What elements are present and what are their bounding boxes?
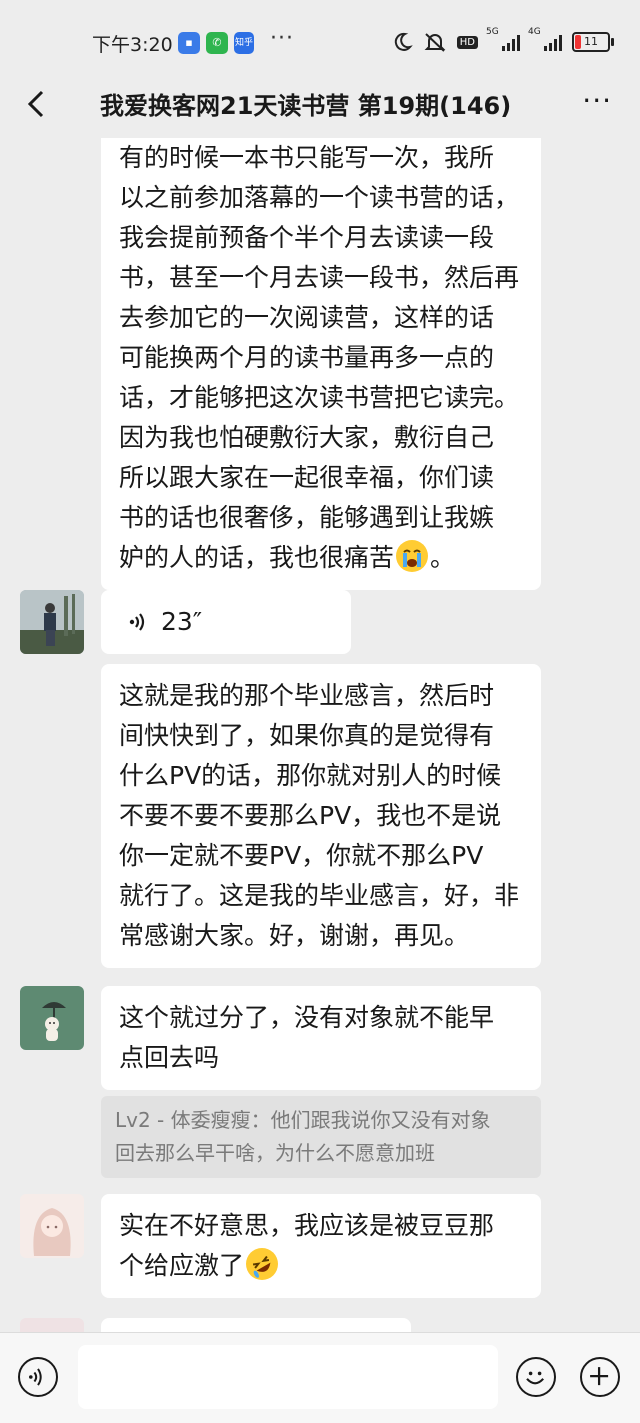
message-bubble[interactable] (101, 1318, 411, 1332)
silent-bell-icon (424, 33, 446, 52)
message-bubble[interactable]: 这个就过分了，没有对象就不能早 点回去吗 (101, 986, 541, 1090)
chat-input-bar (0, 1332, 640, 1423)
back-arrow-icon[interactable] (18, 84, 58, 124)
zhihu-icon: 知乎 (234, 32, 254, 54)
battery-icon: 11 (572, 32, 614, 52)
message-bubble[interactable]: 实在不好意思，我应该是被豆豆那 个给应激了 (101, 1194, 541, 1298)
voice-message-bubble[interactable]: 23″ (101, 590, 351, 654)
voice-duration: 23″ (161, 607, 203, 636)
rolling-on-floor-laughing-icon (246, 1248, 279, 1280)
phone-icon: ✆ (206, 32, 228, 54)
loudly-crying-face-icon (396, 540, 429, 572)
voice-input-icon[interactable] (18, 1357, 58, 1397)
chat-title: 我爱换客网21天读书营 第19期(146) (100, 92, 512, 120)
message-input[interactable] (78, 1345, 498, 1409)
message-text: 这就是我的那个毕业感言，然后时 间快快到了，如果你真的是觉得有 什么PV的话，那… (119, 681, 520, 950)
message-text-trailing: 。 (430, 543, 456, 572)
status-time: 下午3:20 (92, 34, 173, 56)
message-text: 有的时候一本书只能写一次，我所 以之前参加落幕的一个读书营的话， 我会提前预备个… (119, 143, 520, 572)
quoted-text: Lv2 - 体委瘦瘦：他们跟我说你又没有对象 回去那么早干啥，为什么不愿意加班 (115, 1108, 491, 1165)
avatar[interactable] (20, 1194, 84, 1258)
message-bubble[interactable]: 这就是我的那个毕业感言，然后时 间快快到了，如果你真的是觉得有 什么PV的话，那… (101, 664, 541, 968)
status-bar: 下午3:20 ▪ ✆ 知乎 ··· HD 5G 4G 11 (0, 0, 640, 80)
more-notifications-icon: ··· (270, 26, 294, 51)
message-text: 这个就过分了，没有对象就不能早 点回去吗 (119, 1003, 495, 1072)
more-options-icon[interactable]: ··· (582, 84, 612, 117)
signal-5g-icon: 5G (486, 27, 520, 51)
message-bubble[interactable]: 有的时候一本书只能写一次，我所 以之前参加落幕的一个读书营的话， 我会提前预备个… (101, 138, 541, 590)
avatar[interactable] (20, 590, 84, 654)
avatar[interactable] (20, 1318, 84, 1332)
signal-4g-icon: 4G (528, 27, 562, 51)
message-text: 实在不好意思，我应该是被豆豆那 个给应激了 (119, 1211, 495, 1280)
chat-message-list[interactable]: 有的时候一本书只能写一次，我所 以之前参加落幕的一个读书营的话， 我会提前预备个… (0, 138, 640, 1332)
smiley-icon[interactable] (516, 1357, 556, 1397)
chat-header: 我爱换客网21天读书营 第19期(146) ··· (0, 80, 640, 138)
quoted-reply[interactable]: Lv2 - 体委瘦瘦：他们跟我说你又没有对象 回去那么早干啥，为什么不愿意加班 (101, 1096, 541, 1178)
status-icons: HD 5G 4G 11 (391, 27, 614, 56)
do-not-disturb-moon-icon (394, 32, 413, 51)
voice-wave-icon (129, 613, 145, 631)
avatar[interactable] (20, 986, 84, 1050)
notification-app-icon: ▪ (178, 32, 200, 54)
plus-icon[interactable] (580, 1357, 620, 1397)
hd-icon: HD (456, 35, 478, 49)
